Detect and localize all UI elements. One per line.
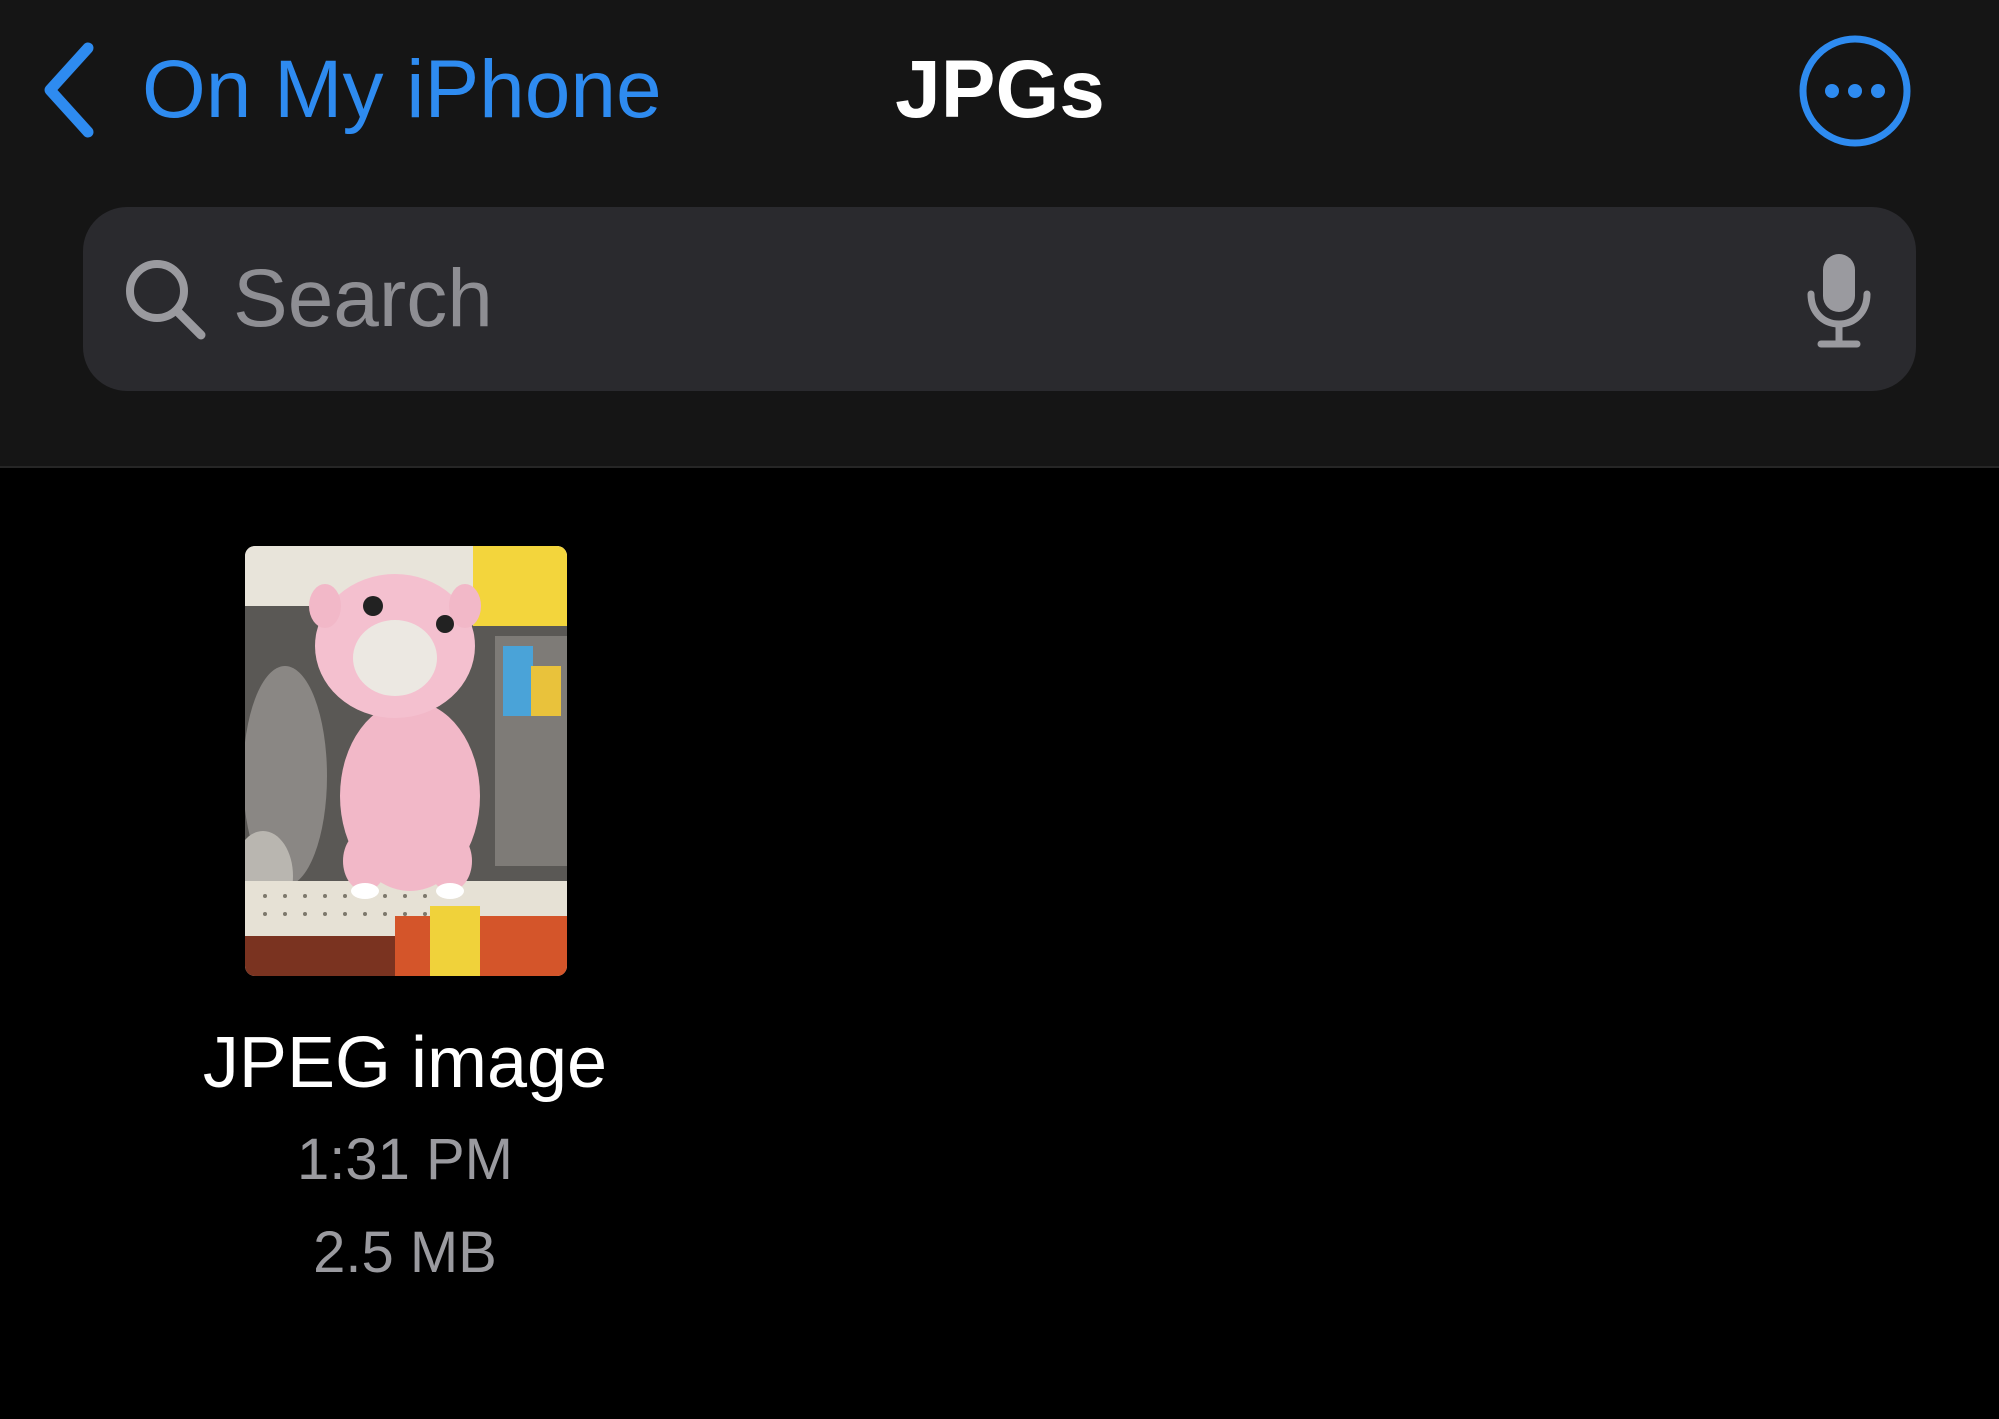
search-input[interactable]: [233, 207, 1733, 391]
back-button-label: On My iPhone: [142, 44, 662, 135]
navigation-header: On My iPhone JPGs: [0, 0, 1999, 468]
photo-thumbnail[interactable]: [245, 546, 567, 976]
ellipsis-circle-icon: [1799, 35, 1911, 147]
search-bar[interactable]: [83, 207, 1916, 391]
file-size: 2.5 MB: [313, 1220, 497, 1285]
file-modified-time: 1:31 PM: [297, 1127, 513, 1192]
file-name: JPEG image: [202, 1023, 608, 1103]
magnifying-glass-icon: [121, 255, 211, 345]
file-item[interactable]: JPEG image 1:31 PM 2.5 MB: [150, 540, 660, 1300]
back-button[interactable]: On My iPhone: [40, 30, 662, 150]
page-title: JPGs: [895, 44, 1105, 135]
more-options-button[interactable]: [1797, 33, 1913, 149]
microphone-icon[interactable]: [1799, 250, 1879, 350]
chevron-left-icon: [44, 42, 94, 138]
